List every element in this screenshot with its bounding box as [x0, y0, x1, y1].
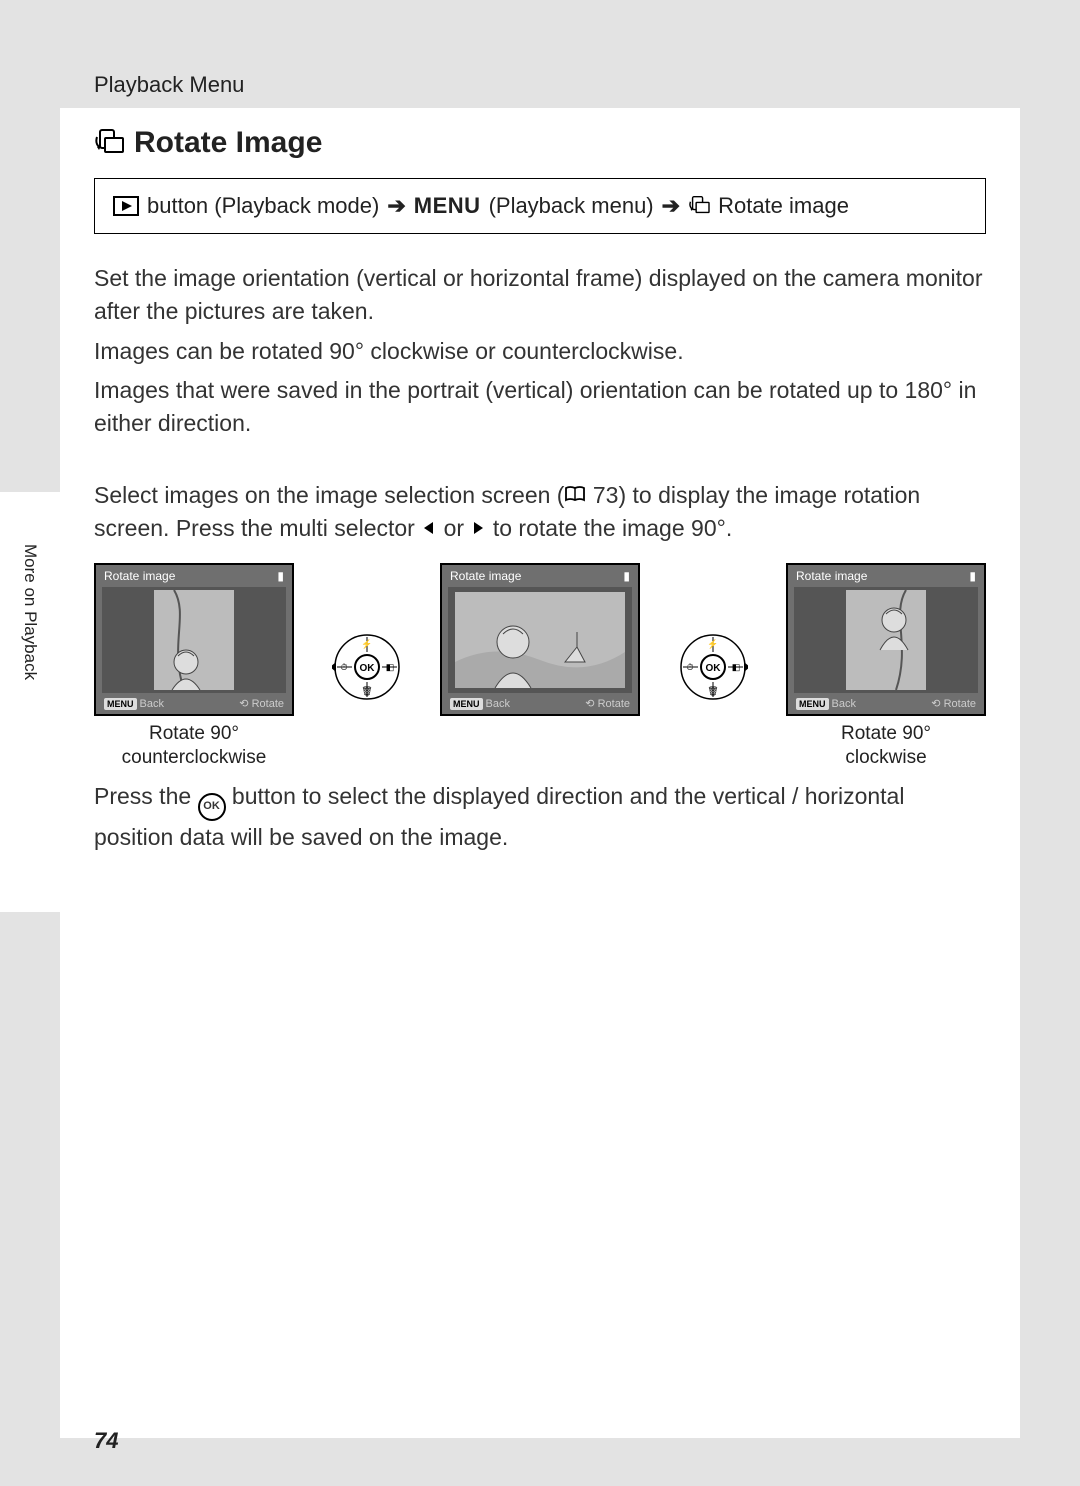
section-header: Playback Menu: [94, 72, 244, 97]
screen-image-portrait: [102, 587, 286, 693]
figure-left: Rotate image ▮ MENUBack ⟲ Rotate: [94, 563, 294, 770]
figure-caption-right: Rotate 90° clockwise: [786, 722, 986, 770]
screen-title: Rotate image: [450, 569, 521, 583]
svg-text:⚡: ⚡: [707, 638, 718, 650]
screen-image-portrait: [794, 587, 978, 693]
figure-caption-left: Rotate 90° counterclockwise: [94, 722, 294, 770]
rotate-image-icon: [94, 129, 124, 157]
arrow-icon: ➔: [387, 193, 405, 219]
screen-image-landscape: [448, 587, 632, 693]
body-text: Images can be rotated 90° clockwise or c…: [94, 335, 986, 368]
battery-icon: ▮: [277, 569, 284, 583]
svg-text:⏱: ⏱: [340, 662, 347, 672]
page-number: 74: [94, 1428, 118, 1454]
menu-label: MENU: [414, 193, 481, 219]
menu-tag: MENU: [104, 698, 137, 710]
breadcrumb-step-1: button (Playback mode): [147, 193, 379, 219]
multi-selector-icon: OK ⚡ 🗑 ⏱ ◧: [332, 632, 402, 702]
svg-text:OK: OK: [706, 663, 722, 674]
text-frag: or: [437, 515, 470, 541]
screen-title: Rotate image: [104, 569, 175, 583]
body-text: Select images on the image selection scr…: [94, 479, 986, 546]
page-title: Rotate Image: [94, 126, 986, 160]
svg-text:🗑: 🗑: [361, 686, 372, 696]
screen-title: Rotate image: [796, 569, 867, 583]
rotate-label: ⟲ Rotate: [239, 697, 284, 710]
camera-screen: Rotate image ▮ MENUBack ⟲ Rotate: [786, 563, 986, 716]
text-frag: Select images on the image selection scr…: [94, 482, 564, 508]
svg-text:◧: ◧: [732, 662, 741, 672]
svg-text:⏱: ⏱: [686, 662, 693, 672]
menu-tag: MENU: [796, 698, 829, 710]
figure-right: Rotate image ▮ MENUBack ⟲ Rotate: [786, 563, 986, 770]
body-text: Images that were saved in the portrait (…: [94, 374, 986, 441]
svg-text:⚡: ⚡: [361, 638, 372, 650]
camera-screen: Rotate image ▮ MENUBack ⟲ Rotate: [94, 563, 294, 716]
arrow-icon: ➔: [662, 193, 680, 219]
left-arrow-icon: [421, 520, 437, 536]
body-text: Set the image orientation (vertical or h…: [94, 262, 986, 329]
back-label: Back: [140, 698, 164, 710]
page-ref: 73: [586, 482, 618, 508]
body-text: Press the OK button to select the displa…: [94, 780, 986, 854]
page-ref-icon: [564, 485, 586, 503]
multi-selector-icon: OK ⚡ 🗑 ⏱ ◧: [678, 632, 748, 702]
figure-center: Rotate image ▮ MENUBack: [440, 563, 640, 716]
battery-icon: ▮: [623, 569, 630, 583]
menu-tag: MENU: [450, 698, 483, 710]
svg-text:OK: OK: [360, 663, 376, 674]
text-frag: Press the: [94, 783, 198, 809]
battery-icon: ▮: [969, 569, 976, 583]
side-tab: More on Playback: [0, 492, 60, 912]
page-body: Rotate Image button (Playback mode) ➔ ME…: [60, 108, 1020, 1438]
figure-row: Rotate image ▮ MENUBack ⟲ Rotate: [94, 563, 986, 770]
back-label: Back: [486, 698, 510, 710]
rotate-label: ⟲ Rotate: [585, 697, 630, 710]
right-arrow-icon: [470, 520, 486, 536]
svg-text:🗑: 🗑: [707, 686, 718, 696]
text-frag: to rotate the image 90°.: [486, 515, 732, 541]
back-label: Back: [832, 698, 856, 710]
svg-text:◧: ◧: [386, 662, 395, 672]
breadcrumb: button (Playback mode) ➔ MENU (Playback …: [94, 178, 986, 234]
rotate-image-icon: [688, 196, 710, 216]
playback-button-icon: [113, 196, 139, 216]
ok-button-icon: OK: [198, 793, 226, 821]
rotate-label: ⟲ Rotate: [931, 697, 976, 710]
camera-screen: Rotate image ▮ MENUBack: [440, 563, 640, 716]
page-title-text: Rotate Image: [134, 126, 322, 160]
breadcrumb-step-3: Rotate image: [718, 193, 849, 219]
side-tab-label: More on Playback: [20, 544, 40, 680]
breadcrumb-step-2: (Playback menu): [489, 193, 654, 219]
